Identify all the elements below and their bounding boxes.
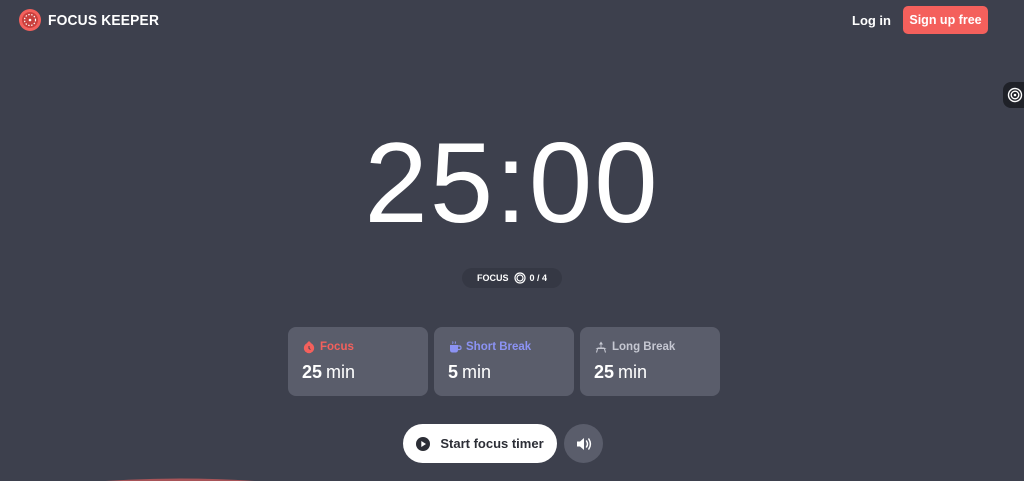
login-link[interactable]: Log in [852, 13, 891, 28]
side-widget-tab[interactable] [1003, 82, 1024, 108]
session-mode-label: FOCUS [476, 273, 509, 283]
tomato-icon [303, 341, 315, 354]
mode-selector: Focus 25 min Short Break 5 min Long Brea… [288, 327, 720, 396]
logo[interactable]: FOCUS KEEPER [18, 8, 169, 32]
mode-label-focus: Focus [320, 341, 354, 353]
mode-card-short-break[interactable]: Short Break 5 min [434, 327, 574, 396]
sound-toggle-button[interactable] [564, 424, 603, 463]
mode-duration: 25 min [594, 362, 720, 383]
mode-minutes: 5 [448, 362, 459, 382]
mode-duration: 25 min [302, 362, 428, 383]
target-icon [1007, 87, 1023, 103]
logo-text: FOCUS KEEPER [48, 11, 160, 29]
start-timer-button[interactable]: Start focus timer [403, 424, 557, 463]
mode-label-short-break: Short Break [466, 341, 532, 353]
mode-duration: 5 min [448, 362, 574, 383]
mode-card-focus[interactable]: Focus 25 min [288, 327, 428, 396]
decorative-wave [0, 470, 1024, 481]
progress-ring-icon [514, 272, 527, 284]
mode-card-header: Long Break [594, 340, 720, 354]
session-count: 0 / 4 [529, 273, 547, 283]
speaker-icon [576, 437, 591, 450]
mode-unit: min [326, 362, 356, 382]
mode-minutes: 25 [594, 362, 615, 382]
top-bar: FOCUS KEEPER Log in Sign up free [0, 0, 1024, 40]
mode-card-header: Short Break [448, 340, 574, 354]
mode-unit: min [618, 362, 648, 382]
play-icon [416, 436, 431, 451]
start-timer-label: Start focus timer [440, 436, 544, 451]
mode-label-long-break: Long Break [612, 341, 676, 353]
tomato-logo-icon [19, 9, 41, 31]
mode-minutes: 25 [302, 362, 323, 382]
session-indicator: FOCUS 0 / 4 [462, 268, 562, 288]
mode-card-header: Focus [302, 340, 428, 354]
mode-unit: min [462, 362, 492, 382]
mode-card-long-break[interactable]: Long Break 25 min [580, 327, 720, 396]
coffee-cup-icon [450, 341, 462, 353]
signup-button[interactable]: Sign up free [903, 6, 988, 34]
session-progress: 0 / 4 [514, 272, 547, 284]
timer-display: 25:00 [364, 120, 660, 247]
lounge-chair-icon [595, 341, 607, 353]
